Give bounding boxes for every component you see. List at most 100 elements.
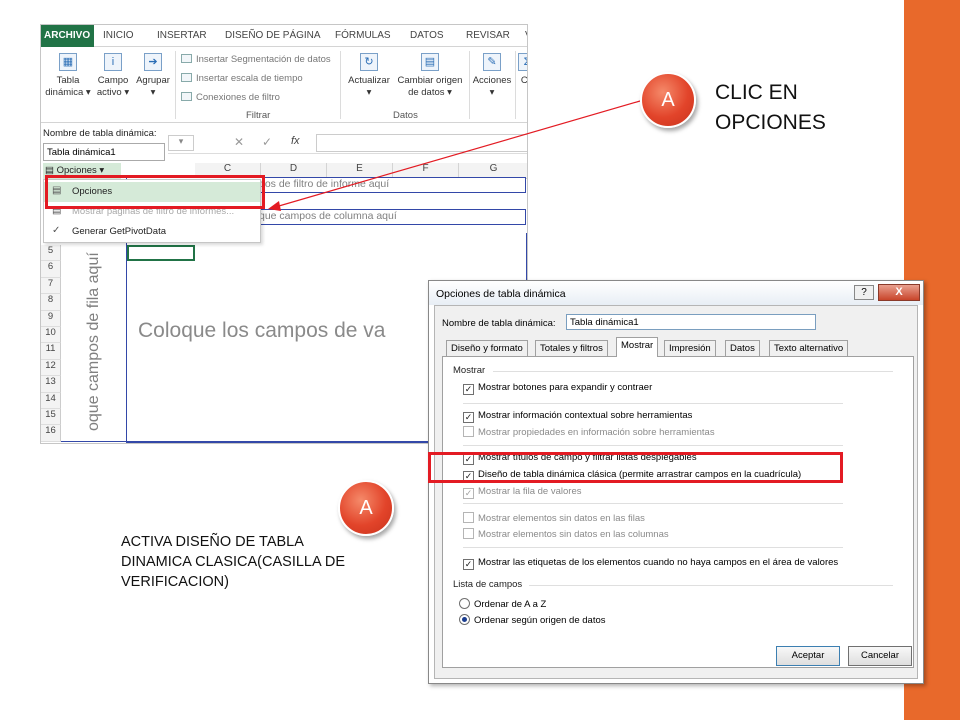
option-contextual-tooltips[interactable]: ✓ Mostrar información contextual sobre he… [463, 410, 692, 423]
row-header[interactable]: 9 [41, 310, 61, 327]
tabla-dinamica-button[interactable]: ▦ Tabla dinámica ▾ [43, 53, 93, 99]
acciones-button[interactable]: ✎ Acciones ▾ [471, 53, 513, 99]
option-divider [463, 547, 843, 548]
ribbon-separator [175, 51, 176, 119]
menu-item-generar-getpivotdata[interactable]: ✓ Generar GetPivotData [44, 222, 260, 242]
pivot-table-icon: ▦ [59, 53, 77, 71]
row-header[interactable]: 13 [41, 376, 61, 393]
agrupar-button[interactable]: ➔ Agrupar ▾ [133, 53, 173, 99]
option-label: Mostrar las etiquetas de los elementos c… [478, 557, 839, 568]
highlight-classic-layout [428, 452, 843, 483]
option-item-labels[interactable]: ✓ Mostrar las etiquetas de los elementos … [463, 557, 838, 570]
row-header[interactable]: 14 [41, 392, 61, 409]
ribbon-separator [469, 51, 470, 119]
checkbox-unchecked-icon[interactable] [463, 426, 474, 437]
option-label: Mostrar propiedades en información sobre… [478, 427, 715, 438]
tab-totales-filtros[interactable]: Totales y filtros [535, 340, 608, 356]
radio-unselected-icon[interactable] [459, 598, 470, 609]
calculos-button[interactable]: Σ Ca [517, 53, 528, 87]
arrow-right-icon: ➔ [144, 53, 162, 71]
checkbox-checked-icon[interactable]: ✓ [463, 488, 474, 499]
radio-ordenar-origen[interactable]: Ordenar según origen de datos [459, 614, 606, 626]
calculos-label: Ca [520, 75, 528, 86]
ribbon-separator [340, 51, 341, 119]
radio-selected-icon[interactable] [459, 614, 470, 625]
tab-insertar[interactable]: INSERTAR [157, 30, 207, 41]
pivot-name-label: Nombre de tabla dinámica: [43, 128, 157, 139]
actualizar-button[interactable]: ↻ Actualizar ▾ [344, 53, 394, 99]
checkbox-checked-icon[interactable]: ✓ [463, 559, 474, 570]
row-header[interactable]: 15 [41, 409, 61, 426]
tab-archivo[interactable]: ARCHIVO [41, 25, 95, 47]
selected-cell[interactable] [127, 245, 195, 261]
campo-activo-label: Campo activo [96, 75, 129, 98]
option-divider [463, 403, 843, 404]
checkbox-checked-icon[interactable]: ✓ [463, 384, 474, 395]
cambiar-origen-button[interactable]: ▤ Cambiar origen de datos ▾ [394, 53, 466, 99]
acciones-label: Acciones [472, 75, 512, 86]
checkbox-unchecked-icon[interactable] [463, 528, 474, 539]
actualizar-label: Actualizar [348, 75, 390, 86]
tab-datos[interactable]: Datos [725, 340, 760, 356]
pivot-name-input[interactable]: Tabla dinámica1 [43, 143, 165, 161]
group-label-datos: Datos [393, 110, 418, 121]
option-values-row[interactable]: ✓ Mostrar la fila de valores [463, 486, 581, 499]
tab-diseno-pagina[interactable]: DISEÑO DE PÁGINA [225, 30, 321, 41]
row-header[interactable]: 16 [41, 425, 61, 442]
cancel-formula-icon[interactable]: ✕ [234, 135, 244, 149]
slicer-icon [181, 54, 192, 63]
option-empty-columns[interactable]: Mostrar elementos sin datos en las colum… [463, 528, 669, 540]
field-settings-icon: i [104, 53, 122, 71]
option-expand-collapse[interactable]: ✓ Mostrar botones para expandir y contrae… [463, 382, 652, 395]
section-divider [493, 371, 893, 372]
radio-ordenar-az[interactable]: Ordenar de A a Z [459, 598, 546, 610]
option-divider [463, 445, 843, 446]
checkbox-unchecked-icon[interactable] [463, 512, 474, 523]
menu-item-generar-label: Generar GetPivotData [72, 226, 166, 237]
insert-function-icon[interactable]: fx [291, 135, 300, 147]
radio-label: Ordenar según origen de datos [474, 615, 606, 626]
tab-inicio[interactable]: INICIO [103, 30, 134, 41]
tab-impresion[interactable]: Impresión [664, 340, 716, 356]
formula-input[interactable] [316, 134, 527, 152]
tab-formulas[interactable]: FÓRMULAS [335, 30, 391, 41]
row-header[interactable]: 7 [41, 277, 61, 295]
option-label: Mostrar la fila de valores [478, 486, 582, 497]
aceptar-button[interactable]: Aceptar [776, 646, 840, 666]
row-header[interactable]: 11 [41, 343, 61, 360]
row-header[interactable]: 10 [41, 327, 61, 344]
radio-label: Ordenar de A a Z [474, 599, 547, 610]
enter-formula-icon[interactable]: ✓ [262, 135, 272, 149]
option-empty-rows[interactable]: Mostrar elementos sin datos en las filas [463, 512, 645, 524]
tab-datos[interactable]: DATOS [410, 30, 444, 41]
tab-diseno-formato[interactable]: Diseño y formato [446, 340, 528, 356]
row-header[interactable]: 6 [41, 261, 61, 278]
calculations-icon: Σ [518, 53, 527, 71]
formula-bar: ▾ ✕ ✓ fx [168, 132, 527, 154]
row-header[interactable]: 12 [41, 359, 61, 377]
tab-mostrar[interactable]: Mostrar [616, 337, 659, 357]
tab-texto-alternativo[interactable]: Texto alternativo [769, 340, 849, 356]
close-button[interactable]: X [878, 284, 920, 301]
conexiones-button[interactable]: Conexiones de filtro [181, 92, 280, 103]
name-box-dropdown[interactable]: ▾ [168, 135, 194, 151]
group-label-filtrar: Filtrar [246, 110, 271, 121]
tab-panel-mostrar: Mostrar ✓ Mostrar botones para expandir y… [442, 356, 914, 668]
escala-tiempo-button[interactable]: Insertar escala de tiempo [181, 73, 303, 84]
section-mostrar-label: Mostrar [453, 365, 486, 376]
actions-icon: ✎ [483, 53, 501, 71]
checkbox-checked-icon[interactable]: ✓ [463, 412, 474, 423]
pivot-values-text: Coloque los campos de va [138, 319, 386, 342]
seg-datos-button[interactable]: Insertar Segmentación de datos [181, 54, 331, 65]
cancelar-button[interactable]: Cancelar [848, 646, 912, 666]
dialog-name-input[interactable]: Tabla dinámica1 [566, 314, 816, 330]
cambiar-origen-label: Cambiar origen de datos [397, 75, 463, 98]
help-button[interactable]: ? [854, 285, 874, 300]
tab-vista[interactable]: V [525, 30, 527, 41]
change-source-icon: ▤ [421, 53, 439, 71]
option-tooltip-properties[interactable]: Mostrar propiedades en información sobre… [463, 426, 715, 438]
campo-activo-button[interactable]: i Campo activo ▾ [95, 53, 131, 99]
row-header[interactable]: 8 [41, 294, 61, 311]
row-header[interactable]: 5 [41, 245, 61, 262]
tab-revisar[interactable]: REVISAR [466, 30, 510, 41]
